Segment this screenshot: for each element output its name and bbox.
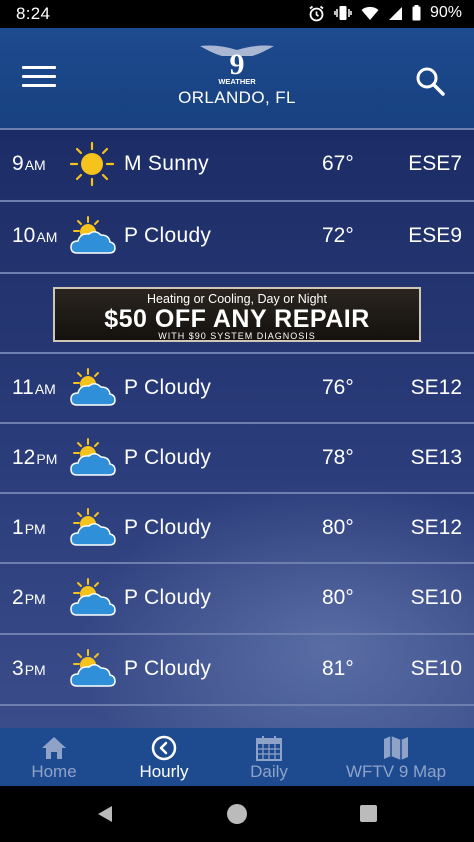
wind: SE12 <box>410 376 462 399</box>
condition-text: M Sunny <box>124 152 209 175</box>
tab-home[interactable]: Home <box>14 728 94 786</box>
condition-text: P Cloudy <box>124 224 212 247</box>
condition-text: P Cloudy <box>124 657 212 680</box>
alarm-icon <box>309 5 324 21</box>
condition-text: P Cloudy <box>124 516 212 539</box>
sun-icon <box>69 141 115 187</box>
hour-row-3pm[interactable]: 3PM P Cloudy 81° SE10 <box>0 633 474 705</box>
wftv-9-weather-logo: 9 WEATHER <box>200 45 274 86</box>
hour-row-2pm[interactable]: 2PM P Cloudy 80° SE10 <box>0 562 474 634</box>
temperature: 76° <box>322 376 354 399</box>
hour-time: 1PM <box>12 516 46 539</box>
temperature: 78° <box>322 446 354 469</box>
system-navigation-bar <box>0 786 474 842</box>
tab-daily[interactable]: Daily <box>229 728 309 786</box>
menu-icon-bar <box>22 75 56 78</box>
menu-icon-bar <box>22 84 56 87</box>
tab-label: WFTV 9 Map <box>345 762 447 781</box>
hour-time: 2PM <box>12 586 46 609</box>
hour-row-1pm[interactable]: 1PM P Cloudy 80° SE12 <box>0 492 474 564</box>
hour-time: 10AM <box>12 224 58 247</box>
tab-label: Hourly <box>139 762 189 781</box>
hour-time: 9AM <box>12 152 46 175</box>
condition-text: P Cloudy <box>124 446 212 469</box>
bottom-tab-bar: Home Hourly Daily WFTV 9 Map <box>0 728 474 786</box>
map-icon <box>384 736 408 760</box>
app-header: 9 WEATHER ORLANDO, FL <box>0 28 474 128</box>
hour-row-9am[interactable]: 9AM M Sunny 67° ESE7 <box>0 128 474 200</box>
wind: SE12 <box>410 516 462 539</box>
status-icons: 90% <box>308 4 462 22</box>
vibrate-icon <box>334 6 352 20</box>
temperature: 81° <box>322 657 354 680</box>
wind: SE10 <box>410 657 462 680</box>
hour-row-10am[interactable]: 10AM P Cloudy 72° ESE9 <box>0 200 474 272</box>
status-time: 8:24 <box>16 4 51 23</box>
partly-cloudy-icon <box>70 368 116 406</box>
location-label: ORLANDO, FL <box>178 88 296 107</box>
tab-hourly[interactable]: Hourly <box>124 728 204 786</box>
home-button-icon[interactable] <box>226 803 248 825</box>
logo-text: WEATHER <box>218 77 256 86</box>
hour-time: 3PM <box>12 657 46 680</box>
wind: ESE9 <box>408 224 462 247</box>
hour-time: 12PM <box>12 446 58 469</box>
hour-row-partial[interactable] <box>0 704 474 728</box>
partly-cloudy-icon <box>70 578 116 616</box>
battery-percent: 90% <box>429 4 462 21</box>
wind: SE10 <box>410 586 462 609</box>
tab-label: Home <box>31 762 77 781</box>
back-icon[interactable] <box>95 804 115 824</box>
ad-banner[interactable]: Heating or Cooling, Day or Night $50 OFF… <box>53 287 421 342</box>
wind: ESE7 <box>408 152 462 175</box>
partly-cloudy-icon <box>70 438 116 476</box>
signal-icon <box>388 6 402 20</box>
condition-text: P Cloudy <box>124 376 212 399</box>
ad-row: Heating or Cooling, Day or Night $50 OFF… <box>0 272 474 354</box>
ad-headline: $50 OFF ANY REPAIR <box>104 305 370 333</box>
ad-tagline: Heating or Cooling, Day or Night <box>147 292 327 306</box>
hourly-forecast-list[interactable]: 9AM M Sunny 67° ESE7 10AM P Cloudy 72° E… <box>0 128 474 728</box>
temperature: 80° <box>322 516 354 539</box>
partly-cloudy-icon <box>70 508 116 546</box>
partly-cloudy-icon <box>70 649 116 687</box>
hour-row-12pm[interactable]: 12PM P Cloudy 78° SE13 <box>0 422 474 494</box>
status-bar: 8:24 90% <box>0 0 474 28</box>
wifi-icon <box>361 6 379 20</box>
menu-icon <box>22 66 56 69</box>
temperature: 67° <box>322 152 354 175</box>
clock-icon <box>151 735 177 761</box>
wind: SE13 <box>410 446 462 469</box>
battery-icon <box>412 5 421 21</box>
tab-label: Daily <box>250 762 288 781</box>
calendar-icon <box>256 736 282 761</box>
tab-wftv-9-map[interactable]: WFTV 9 Map <box>344 728 448 786</box>
search-icon[interactable] <box>413 64 447 98</box>
condition-text: P Cloudy <box>124 586 212 609</box>
recents-icon[interactable] <box>359 804 378 823</box>
hour-row-11am[interactable]: 11AM P Cloudy 76° SE12 <box>0 352 474 424</box>
temperature: 80° <box>322 586 354 609</box>
temperature: 72° <box>322 224 354 247</box>
hour-time: 11AM <box>12 376 56 399</box>
home-icon <box>42 737 66 759</box>
partly-cloudy-icon <box>70 216 116 254</box>
